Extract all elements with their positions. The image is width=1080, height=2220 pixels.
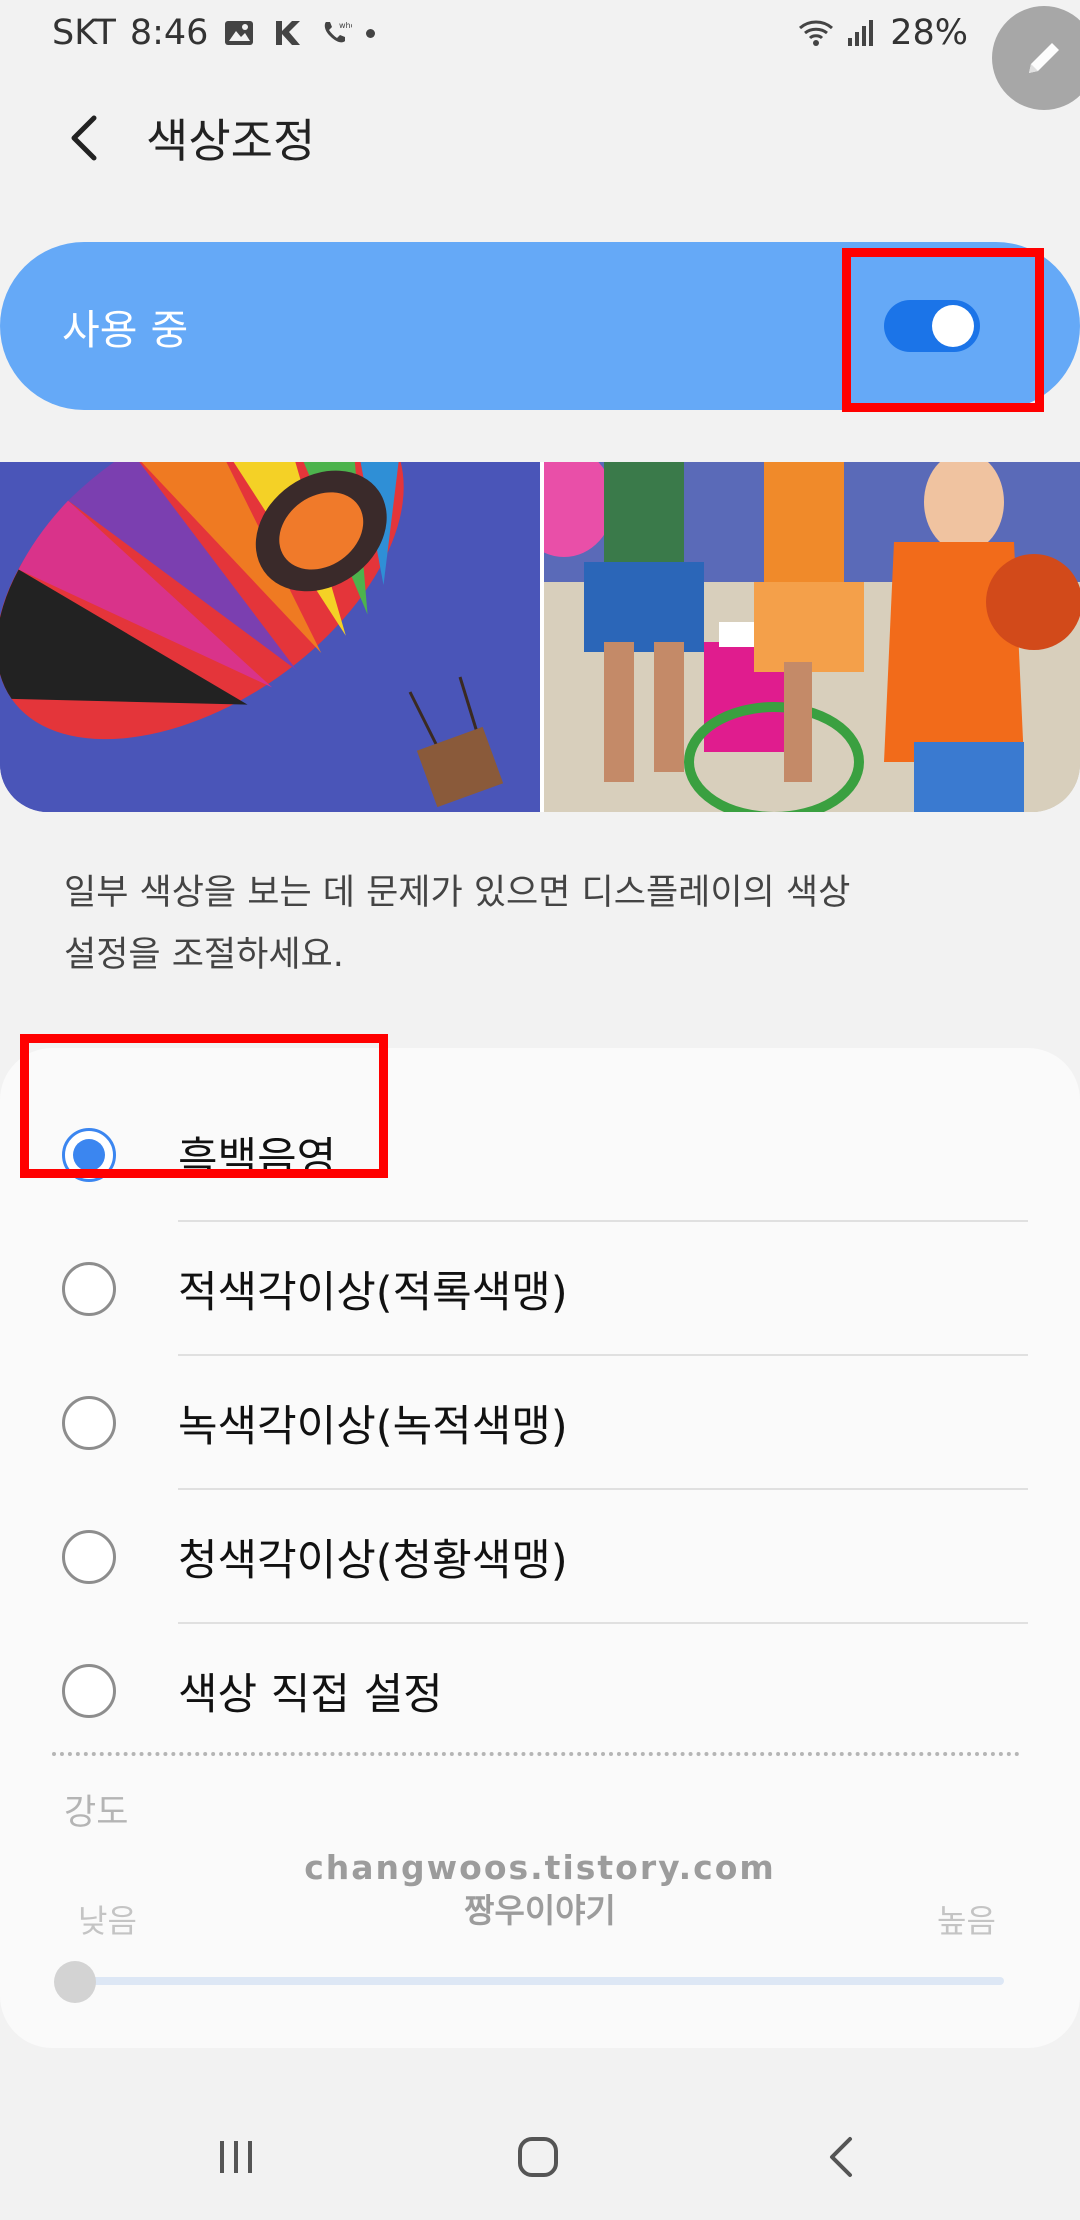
radio-button[interactable]	[62, 1530, 116, 1584]
carrier-text: SKT	[52, 13, 116, 53]
recent-apps-icon	[220, 2141, 252, 2173]
pencil-icon	[1029, 43, 1059, 73]
intensity-slider-thumb[interactable]	[54, 1961, 96, 2003]
intensity-slider-track[interactable]	[76, 1977, 1004, 1985]
app-bar: 색상조정	[0, 90, 1080, 185]
svg-text:who: who	[339, 21, 352, 30]
option-custom-color[interactable]: 색상 직접 설정	[0, 1624, 1080, 1758]
nav-back-button[interactable]	[782, 2112, 902, 2202]
option-label: 적색각이상(적록색맹)	[178, 1268, 568, 1318]
option-label: 청색각이상(청황색맹)	[178, 1536, 568, 1586]
watermark-url: changwoos.tistory.com	[304, 1848, 776, 1887]
call-app-icon: who	[318, 16, 356, 50]
gallery-icon	[222, 16, 256, 50]
clock-text: 8:46	[129, 13, 209, 53]
highlight-box-option	[20, 1034, 388, 1178]
color-preview-images	[0, 462, 1080, 812]
option-label: 색상 직접 설정	[178, 1670, 443, 1720]
status-bar: SKT 8:46 who 28%	[0, 0, 1080, 66]
option-tritanomaly[interactable]: 청색각이상(청황색맹)	[0, 1490, 1080, 1624]
description-line-2: 설정을 조절하세요.	[64, 935, 344, 975]
intensity-high-label: 높음	[937, 1902, 996, 1940]
home-button[interactable]	[478, 2112, 598, 2202]
balloon-preview-image	[0, 462, 540, 812]
option-protanomaly[interactable]: 적색각이상(적록색맹)	[0, 1222, 1080, 1356]
notification-dot-icon	[366, 28, 376, 38]
option-label: 녹색각이상(녹적색맹)	[178, 1402, 568, 1452]
page-title: 색상조정	[146, 113, 316, 168]
home-icon	[518, 2137, 558, 2177]
intensity-low-label: 낮음	[78, 1902, 137, 1940]
beach-preview-image	[540, 462, 1080, 812]
status-right: 28%	[798, 13, 968, 53]
messenger-k-icon	[270, 16, 304, 50]
description-text: 일부 색상을 보는 데 문제가 있으면 디스플레이의 색상 설정을 조절하세요.	[64, 862, 1024, 986]
radio-button[interactable]	[62, 1262, 116, 1316]
navigation-bar	[0, 2112, 1080, 2202]
back-button[interactable]	[34, 90, 134, 185]
highlight-box-toggle	[842, 248, 1044, 412]
chevron-left-icon	[71, 115, 97, 160]
radio-button[interactable]	[62, 1396, 116, 1450]
back-arrow-icon	[830, 2137, 852, 2177]
recent-apps-button[interactable]	[176, 2112, 296, 2202]
description-line-1: 일부 색상을 보는 데 문제가 있으면 디스플레이의 색상	[64, 873, 851, 913]
battery-percent: 28%	[890, 13, 968, 53]
watermark-name: 짱우이야기	[464, 1891, 616, 1930]
status-left: SKT 8:46 who	[52, 13, 376, 53]
signal-icon	[844, 16, 878, 50]
option-deuteranomaly[interactable]: 녹색각이상(녹적색맹)	[0, 1356, 1080, 1490]
dotted-divider	[52, 1752, 1020, 1756]
wifi-icon	[798, 16, 834, 50]
radio-button[interactable]	[62, 1664, 116, 1718]
intensity-title: 강도	[64, 1793, 129, 1833]
master-switch-label: 사용 중	[62, 306, 189, 354]
